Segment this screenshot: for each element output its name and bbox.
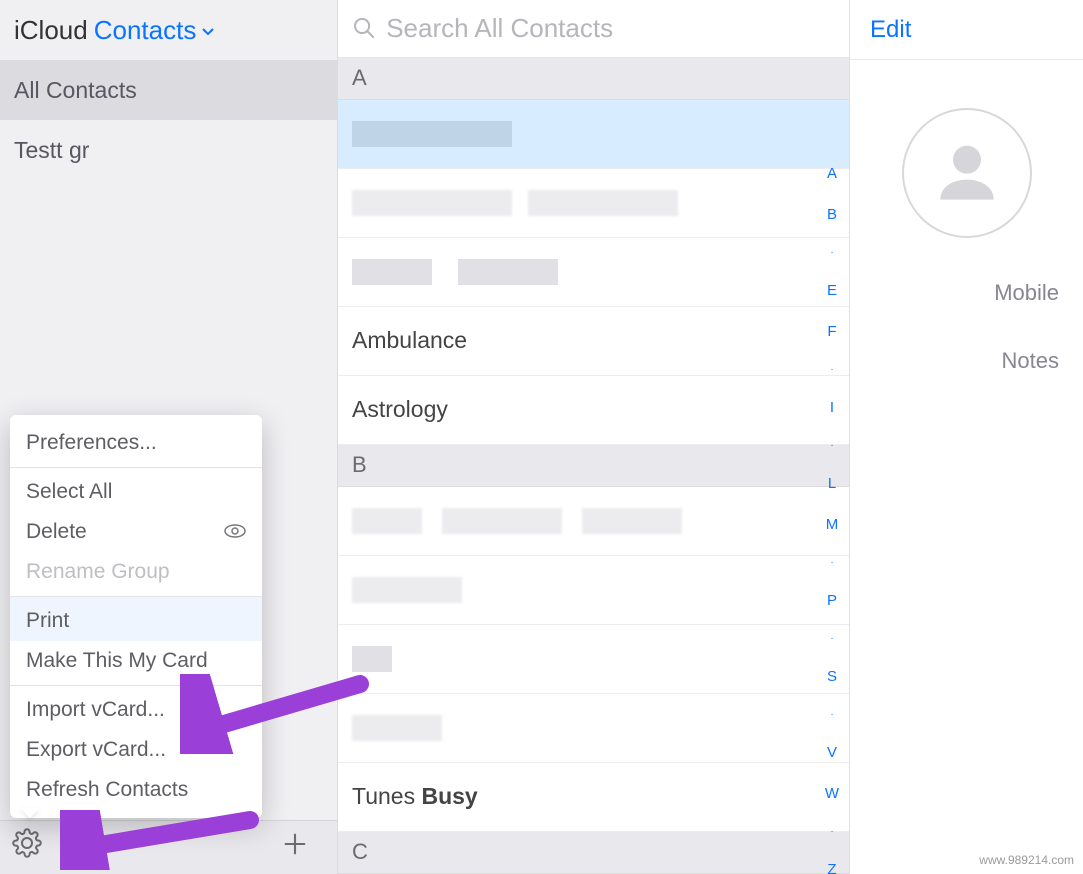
settings-popover: Preferences... Select All Delete Rename … [10, 415, 262, 818]
contact-row[interactable] [338, 169, 849, 238]
alpha-index-letter[interactable]: L [828, 475, 836, 492]
alpha-index-letter[interactable]: P [827, 592, 837, 609]
notes-field-label: Notes [850, 348, 1083, 374]
contact-name: Astrology [352, 396, 448, 423]
contact-name: Tunes Busy [352, 783, 478, 810]
gear-icon[interactable] [12, 828, 42, 867]
menu-delete[interactable]: Delete [10, 512, 262, 552]
redacted-name [352, 715, 442, 741]
menu-refresh-contacts[interactable]: Refresh Contacts [10, 770, 262, 810]
alpha-index-letter[interactable]: F [827, 323, 836, 340]
section-label: Contacts [94, 15, 197, 46]
alpha-index-letter[interactable]: B [827, 206, 837, 223]
alpha-index-letter[interactable]: V [827, 744, 837, 761]
contact-row[interactable] [338, 100, 849, 169]
alpha-index-letter[interactable]: E [827, 282, 837, 299]
contact-name: Ambulance [352, 327, 467, 354]
alpha-index-letter[interactable]: · [830, 709, 833, 720]
alpha-index-letter[interactable]: · [830, 364, 833, 375]
menu-select-all[interactable]: Select All [10, 467, 262, 512]
menu-make-my-card[interactable]: Make This My Card [10, 641, 262, 681]
redacted-name [352, 508, 422, 534]
sidebar-item-label: Testt gr [14, 137, 89, 164]
menu-print[interactable]: Print [10, 596, 262, 641]
alpha-index-letter[interactable]: · [830, 557, 833, 568]
alpha-index-letter[interactable]: · [830, 826, 833, 837]
alpha-index-letter[interactable]: I [830, 399, 834, 416]
alpha-index-letter[interactable]: S [827, 668, 837, 685]
contact-row[interactable]: Tunes Busy [338, 763, 849, 832]
edit-button[interactable]: Edit [870, 16, 911, 44]
contact-row[interactable] [338, 238, 849, 307]
alpha-index-letter[interactable]: M [826, 516, 839, 533]
sidebar-item-all-contacts[interactable]: All Contacts [0, 60, 337, 120]
avatar-placeholder [902, 108, 1032, 238]
section-header-c: C [338, 832, 849, 874]
sidebar-header: iCloud Contacts [0, 0, 337, 60]
alpha-index-letter[interactable]: W [825, 785, 839, 802]
redacted-name [528, 190, 678, 216]
chevron-down-icon [200, 15, 216, 46]
contact-row[interactable]: Astrology [338, 376, 849, 445]
brand-label: iCloud [14, 15, 88, 46]
mobile-field-label: Mobile [850, 280, 1083, 306]
search-input[interactable] [386, 13, 849, 44]
menu-preferences[interactable]: Preferences... [10, 423, 262, 463]
sidebar-item-label: All Contacts [14, 77, 137, 104]
sidebar: iCloud Contacts All Contacts Testt gr Pr… [0, 0, 338, 874]
detail-toolbar: Edit [850, 0, 1083, 60]
contact-row[interactable] [338, 625, 849, 694]
redacted-name [352, 646, 392, 672]
add-icon[interactable] [281, 828, 309, 867]
redacted-name [352, 190, 512, 216]
contact-row[interactable]: Ambulance [338, 307, 849, 376]
eye-icon [224, 522, 246, 543]
search-icon [352, 15, 376, 41]
alphabet-index[interactable]: AB·EF·I·LM·P·S·VW·Z# [821, 165, 843, 874]
alpha-index-letter[interactable]: · [830, 440, 833, 451]
contact-row[interactable] [338, 487, 849, 556]
watermark: www.989214.com [976, 852, 1077, 868]
section-dropdown[interactable]: Contacts [94, 15, 217, 46]
redacted-name [352, 259, 432, 285]
redacted-name [458, 259, 558, 285]
contact-row[interactable] [338, 556, 849, 625]
menu-export-vcard[interactable]: Export vCard... [10, 730, 262, 770]
redacted-name [352, 121, 512, 147]
alpha-index-letter[interactable]: · [830, 247, 833, 258]
menu-import-vcard[interactable]: Import vCard... [10, 685, 262, 730]
avatar-wrap [850, 60, 1083, 238]
sidebar-footer [0, 820, 337, 874]
sidebar-item-group[interactable]: Testt gr [0, 120, 337, 180]
alpha-index-letter[interactable]: · [830, 633, 833, 644]
menu-rename-group: Rename Group [10, 552, 262, 592]
alpha-index-letter[interactable]: Z [827, 861, 836, 874]
redacted-name [352, 577, 462, 603]
section-header-b: B [338, 445, 849, 487]
search-field[interactable] [338, 0, 849, 58]
redacted-name [582, 508, 682, 534]
section-header-a: A [338, 58, 849, 100]
person-icon [927, 133, 1007, 213]
redacted-name [442, 508, 562, 534]
alpha-index-letter[interactable]: A [827, 165, 837, 182]
contact-list: A Ambulance Astrology B [338, 0, 850, 874]
contact-detail: Edit Mobile Notes [850, 0, 1083, 874]
contact-row[interactable] [338, 694, 849, 763]
